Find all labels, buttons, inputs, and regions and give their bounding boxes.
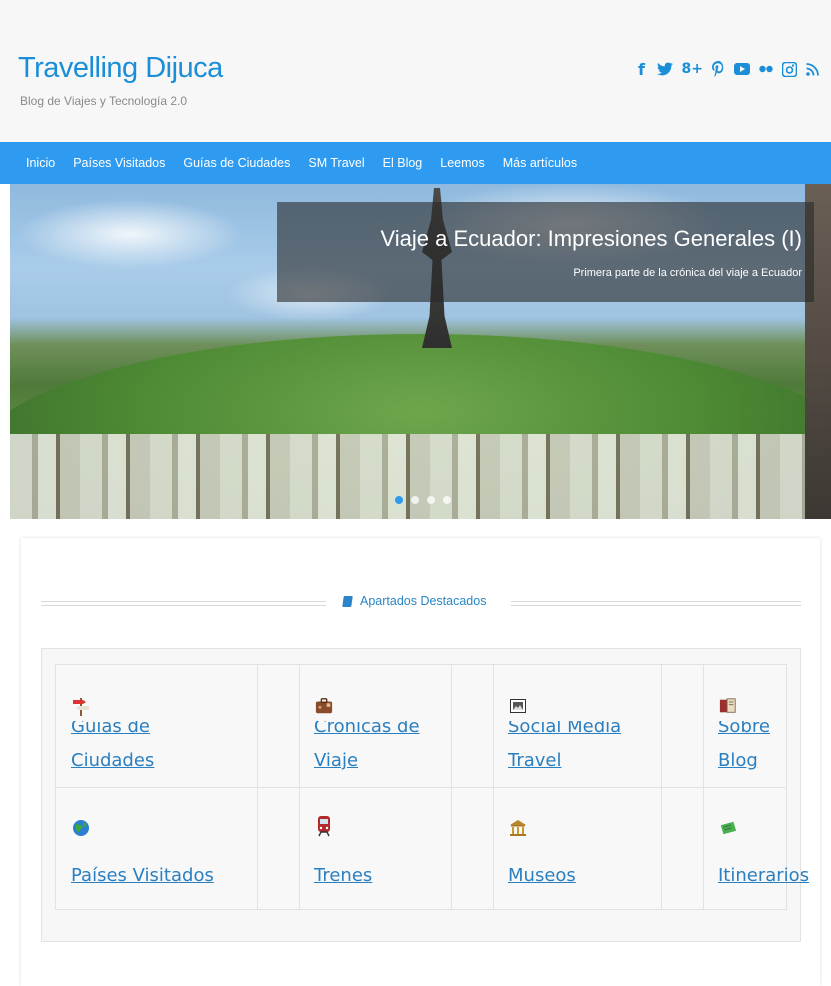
site-title[interactable]: Travelling Dijuca xyxy=(18,52,223,85)
slider-dots xyxy=(395,496,451,504)
featured-link[interactable]: Trenes xyxy=(314,864,372,888)
twitter-icon[interactable] xyxy=(656,60,673,78)
featured-cell-paises[interactable]: Países Visitados xyxy=(56,787,258,909)
featured-cell-cronicas[interactable]: Crónicas de Viaje xyxy=(299,665,452,788)
grid-spacer xyxy=(661,665,704,788)
nav-item-el-blog[interactable]: El Blog xyxy=(383,156,423,170)
featured-link-line2[interactable]: Travel xyxy=(508,749,562,773)
site-tagline: Blog de Viajes y Tecnología 2.0 xyxy=(20,94,188,108)
featured-cell-itinerarios[interactable]: Itinerarios xyxy=(703,787,809,909)
featured-cell-social-media[interactable]: Social Media Travel xyxy=(493,665,662,788)
divider xyxy=(511,601,801,606)
instagram-icon[interactable] xyxy=(782,60,797,78)
main-nav: Inicio Países Visitados Guías de Ciudade… xyxy=(0,142,831,184)
train-icon xyxy=(315,816,333,837)
featured-cell-museos[interactable]: Museos xyxy=(493,787,662,909)
slider-dot[interactable] xyxy=(443,496,451,504)
section-title: Apartados Destacados xyxy=(360,594,487,608)
featured-cell-sobre-blog[interactable]: Sobre el Blog xyxy=(703,665,786,788)
nav-item-inicio[interactable]: Inicio xyxy=(26,156,55,170)
nav-item-sm-travel[interactable]: SM Travel xyxy=(308,156,364,170)
site-header: Travelling Dijuca Blog de Viajes y Tecno… xyxy=(0,0,831,142)
pinterest-icon[interactable] xyxy=(712,60,725,78)
rss-icon[interactable] xyxy=(806,60,819,78)
featured-link-line1[interactable]: Guías de xyxy=(71,721,150,739)
grid-spacer xyxy=(451,665,494,788)
featured-section: Apartados Destacados Guías de Ciudades C… xyxy=(21,538,820,986)
featured-link-line1[interactable]: Social Media xyxy=(508,721,621,739)
nav-item-mas-articulos[interactable]: Más artículos xyxy=(503,156,577,170)
grid-spacer xyxy=(257,665,300,788)
globe-icon xyxy=(72,819,90,837)
grid-spacer xyxy=(661,787,704,909)
hero-slider[interactable]: Viaje a Ecuador: Impresiones Generales (… xyxy=(10,184,831,519)
slider-dot[interactable] xyxy=(411,496,419,504)
hero-title[interactable]: Viaje a Ecuador: Impresiones Generales (… xyxy=(381,226,802,252)
suitcase-icon xyxy=(315,697,333,715)
featured-link-line2[interactable]: Viaje xyxy=(314,749,358,773)
facebook-icon[interactable]: f xyxy=(636,60,648,79)
featured-link[interactable]: Museos xyxy=(508,864,576,888)
slider-dot[interactable] xyxy=(395,496,403,504)
book-icon xyxy=(342,595,353,607)
featured-grid: Guías de Ciudades Crónicas de Viaje Soci… xyxy=(55,664,809,910)
featured-grid-frame: Guías de Ciudades Crónicas de Viaje Soci… xyxy=(41,648,809,942)
social-links: f 8+ xyxy=(636,60,819,79)
signpost-icon xyxy=(72,697,90,716)
section-heading: Apartados Destacados xyxy=(41,592,801,612)
featured-link-line1[interactable]: Sobre el xyxy=(718,721,786,739)
featured-cell-guias[interactable]: Guías de Ciudades xyxy=(56,665,258,788)
featured-link[interactable]: Países Visitados xyxy=(71,864,214,888)
nav-item-guias-de-ciudades[interactable]: Guías de Ciudades xyxy=(183,156,290,170)
slider-dot[interactable] xyxy=(427,496,435,504)
grid-spacer xyxy=(257,787,300,909)
nav-item-paises-visitados[interactable]: Países Visitados xyxy=(73,156,165,170)
featured-link-line2[interactable]: Blog xyxy=(718,749,758,773)
divider xyxy=(41,601,326,606)
featured-link-line2[interactable]: Ciudades xyxy=(71,749,154,773)
featured-cell-trenes[interactable]: Trenes xyxy=(299,787,452,909)
featured-link-line1[interactable]: Crónicas de xyxy=(314,721,420,739)
google-plus-icon[interactable]: 8+ xyxy=(682,60,703,78)
picture-icon xyxy=(509,697,527,715)
section-heading-label: Apartados Destacados xyxy=(342,594,487,608)
ticket-icon xyxy=(719,819,737,837)
youtube-icon[interactable] xyxy=(734,60,750,78)
nav-item-leemos[interactable]: Leemos xyxy=(440,156,484,170)
museum-icon xyxy=(509,819,527,837)
grid-spacer xyxy=(451,787,494,909)
flickr-icon[interactable] xyxy=(759,60,773,78)
hero-image-houses xyxy=(10,434,831,519)
hero-subtitle: Primera parte de la crónica del viaje a … xyxy=(573,267,802,279)
hero-caption[interactable]: Viaje a Ecuador: Impresiones Generales (… xyxy=(277,202,814,302)
books-icon xyxy=(719,697,737,715)
featured-link[interactable]: Itinerarios xyxy=(718,864,809,888)
